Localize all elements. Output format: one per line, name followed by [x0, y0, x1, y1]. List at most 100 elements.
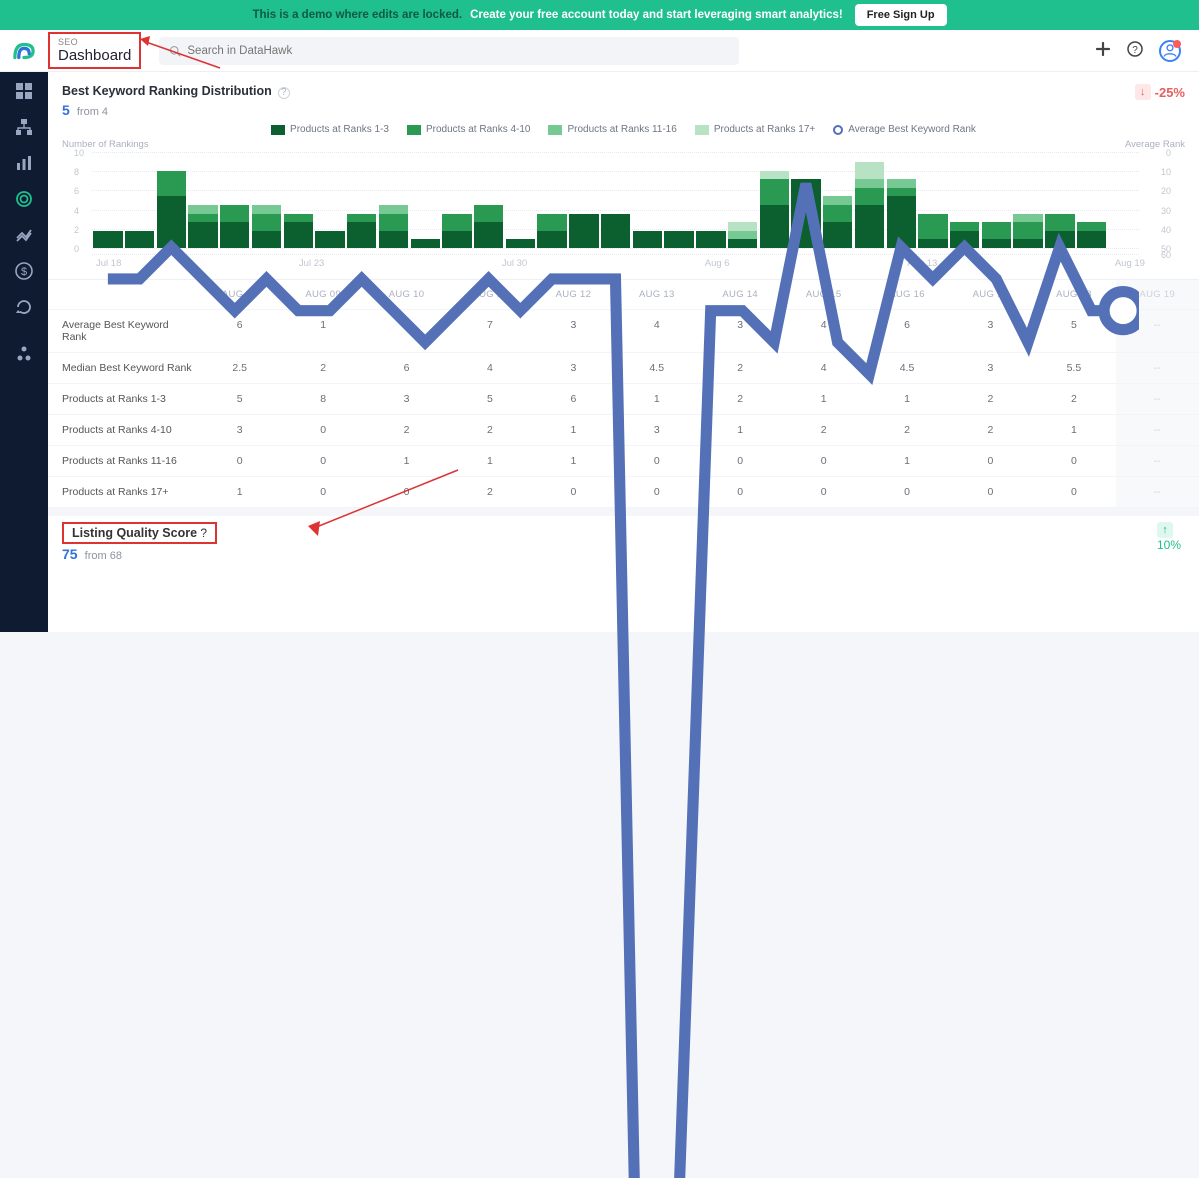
bar[interactable]	[887, 179, 916, 248]
table-cell: 5	[198, 384, 281, 415]
card2-title: Listing Quality Score	[72, 526, 197, 540]
free-signup-button[interactable]: Free Sign Up	[855, 4, 947, 26]
table-cell: 2	[365, 415, 448, 446]
nav-finance-icon[interactable]: $	[15, 262, 33, 280]
bar[interactable]	[188, 205, 217, 248]
bar[interactable]	[220, 205, 249, 248]
table-cell: 0	[782, 477, 865, 508]
table-cell: 0	[615, 446, 698, 477]
breadcrumb: SEO	[58, 37, 131, 47]
bar[interactable]	[760, 171, 789, 248]
table-cell: 6	[198, 310, 281, 353]
table-cell: 1	[365, 446, 448, 477]
table-cell: 3	[698, 310, 781, 353]
legend-item[interactable]: Products at Ranks 1-3	[271, 124, 389, 135]
search-input[interactable]	[187, 45, 729, 57]
table-cell: 2	[949, 415, 1032, 446]
column-header: AUG 13	[615, 280, 698, 310]
bar[interactable]	[696, 231, 725, 248]
bar[interactable]	[1077, 222, 1106, 248]
bar[interactable]	[728, 222, 757, 248]
column-header: AUG 18	[1032, 280, 1115, 310]
bar[interactable]	[93, 231, 122, 248]
table-cell: 1	[615, 384, 698, 415]
nav-hierarchy-icon[interactable]	[15, 118, 33, 136]
svg-text:$: $	[21, 266, 27, 278]
bar[interactable]	[950, 222, 979, 248]
arrow-up-icon: ↑	[1157, 522, 1173, 538]
bar[interactable]	[284, 214, 313, 248]
help-icon[interactable]: ?	[1127, 41, 1143, 60]
legend-item[interactable]: Products at Ranks 4-10	[407, 124, 531, 135]
logo	[0, 38, 48, 64]
add-icon[interactable]	[1095, 41, 1111, 60]
bar[interactable]	[442, 214, 471, 248]
table-cell: 0	[198, 446, 281, 477]
bar[interactable]	[982, 222, 1011, 248]
bar[interactable]	[379, 205, 408, 248]
table-cell: 1	[865, 446, 948, 477]
card1-summary: 5 from 4	[48, 102, 1199, 122]
bar[interactable]	[664, 231, 693, 248]
column-header: AUG 16	[865, 280, 948, 310]
nav-trends-icon[interactable]	[15, 226, 33, 244]
table-cell: 0	[281, 415, 364, 446]
bar[interactable]	[633, 231, 662, 248]
table-cell: 2.5	[198, 353, 281, 384]
bar[interactable]	[347, 214, 376, 248]
avatar[interactable]	[1159, 40, 1181, 62]
row-header: Products at Ranks 1-3	[48, 384, 198, 415]
table-cell: 6	[365, 353, 448, 384]
bar[interactable]	[157, 171, 186, 248]
table-cell: 2	[1032, 384, 1115, 415]
nav-dashboard-icon[interactable]	[15, 82, 33, 100]
column-header: AUG 14	[698, 280, 781, 310]
bar[interactable]	[791, 179, 820, 248]
legend-item[interactable]: Products at Ranks 17+	[695, 124, 815, 135]
bar[interactable]	[1013, 214, 1042, 248]
table-cell: 4	[782, 310, 865, 353]
column-header: AUG 19	[1116, 280, 1199, 310]
bar[interactable]	[474, 205, 503, 248]
table-cell: --	[1116, 310, 1199, 353]
table-cell: 2	[782, 415, 865, 446]
bar[interactable]	[315, 231, 344, 248]
row-header: Products at Ranks 17+	[48, 477, 198, 508]
table-cell: 0	[1032, 477, 1115, 508]
nav-analytics-icon[interactable]	[15, 154, 33, 172]
bar[interactable]	[601, 214, 630, 248]
table-cell: 0	[615, 477, 698, 508]
bar[interactable]	[537, 214, 566, 248]
y-right-label: Average Rank	[1125, 139, 1185, 150]
bar[interactable]	[252, 205, 281, 248]
table-cell: 4	[448, 353, 531, 384]
search-box[interactable]	[159, 37, 739, 65]
table-cell: 1	[532, 415, 615, 446]
table-cell: 7	[448, 310, 531, 353]
bar[interactable]	[569, 214, 598, 248]
table-cell: 4	[615, 310, 698, 353]
table-cell: 5.5	[1032, 353, 1115, 384]
demo-banner: This is a demo where edits are locked. C…	[0, 0, 1199, 30]
bar[interactable]	[125, 231, 154, 248]
table-cell: 0	[865, 477, 948, 508]
table-cell: 3	[532, 310, 615, 353]
bar[interactable]	[1045, 214, 1074, 248]
table-cell: 1	[1032, 415, 1115, 446]
table-cell: 1	[198, 477, 281, 508]
legend-item[interactable]: Products at Ranks 11-16	[548, 124, 676, 135]
nav-settings-icon[interactable]	[15, 344, 33, 362]
bar[interactable]	[411, 239, 440, 248]
nav-refresh-icon[interactable]	[15, 298, 33, 316]
card2-delta: ↑ 10%	[1157, 522, 1181, 552]
legend-item[interactable]: Average Best Keyword Rank	[833, 124, 976, 135]
help-icon[interactable]: ?	[278, 87, 290, 99]
nav-target-icon[interactable]	[15, 190, 33, 208]
ranking-table: AUG 08AUG 09AUG 10AUG 11AUG 12AUG 13AUG …	[48, 279, 1199, 508]
bar[interactable]	[918, 214, 947, 248]
bar[interactable]	[823, 196, 852, 248]
bar[interactable]	[855, 162, 884, 248]
bar[interactable]	[506, 239, 535, 248]
help-icon[interactable]: ?	[200, 526, 207, 540]
table-cell: 2	[448, 477, 531, 508]
